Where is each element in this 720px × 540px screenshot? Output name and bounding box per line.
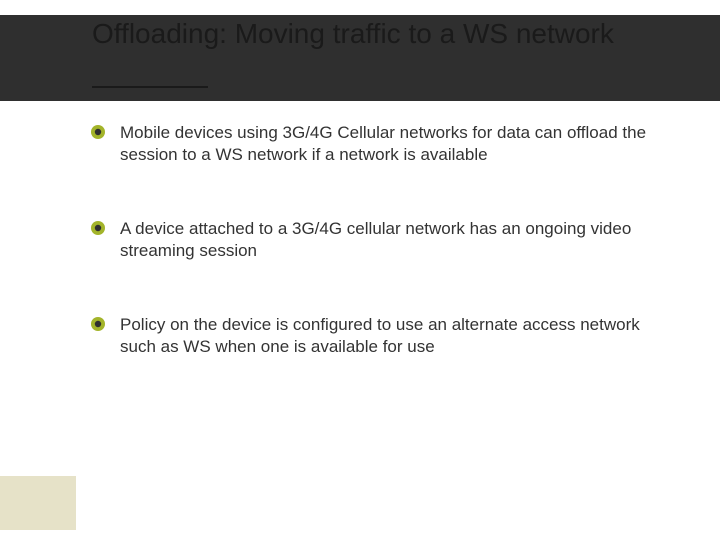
bullet-text: A device attached to a 3G/4G cellular ne… <box>120 218 670 262</box>
content-area: Mobile devices using 3G/4G Cellular netw… <box>90 122 670 411</box>
bullet-icon <box>90 316 106 332</box>
list-item: Mobile devices using 3G/4G Cellular netw… <box>90 122 670 166</box>
bullet-text: Mobile devices using 3G/4G Cellular netw… <box>120 122 670 166</box>
list-item: Policy on the device is configured to us… <box>90 314 670 358</box>
slide-title: Offloading: Moving traffic to a WS netwo… <box>92 17 680 51</box>
bullet-icon <box>90 124 106 140</box>
title-underline <box>92 86 208 88</box>
footer-accent-block <box>0 476 76 530</box>
list-item: A device attached to a 3G/4G cellular ne… <box>90 218 670 262</box>
bullet-icon <box>90 220 106 236</box>
slide: Offloading: Moving traffic to a WS netwo… <box>0 0 720 540</box>
bullet-text: Policy on the device is configured to us… <box>120 314 670 358</box>
